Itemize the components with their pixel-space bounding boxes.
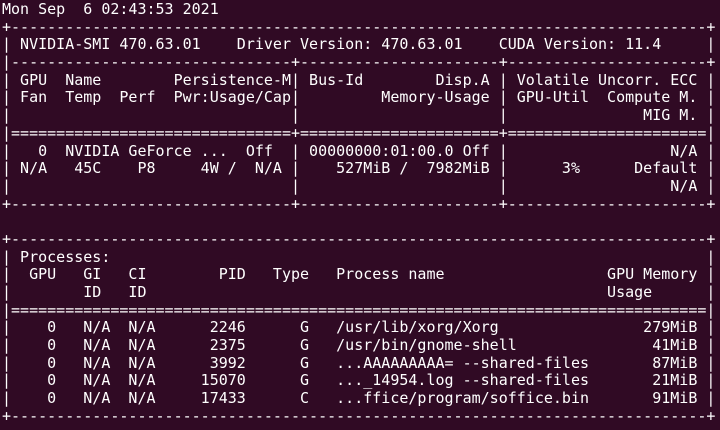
table-border: +---------------------------------------…: [2, 229, 716, 248]
timestamp: Mon Sep 6 02:43:53 2021: [2, 0, 219, 18]
table-divider: |===============================+=======…: [2, 123, 716, 142]
process-row: | 0 N/A N/A 17433 C ...ffice/program/sof…: [2, 389, 716, 408]
gpu-row: | N/A 45C P8 4W / N/A | 527MiB / 7982MiB…: [2, 159, 716, 178]
version-row: | NVIDIA-SMI 470.63.01 Driver Version: 4…: [2, 35, 716, 54]
gpu-summary-table: +---------------------------------------…: [2, 17, 720, 214]
header-row: | Fan Temp Perf Pwr:Usage/Cap| Memory-Us…: [2, 88, 716, 107]
header-row: | GPU Name Persistence-M| Bus-Id Disp.A …: [2, 70, 716, 89]
process-row: | 0 N/A N/A 2375 G /usr/bin/gnome-shell …: [2, 336, 716, 355]
processes-title: | Processes: |: [2, 247, 716, 266]
header-row: | GPU GI CI PID Type Process name GPU Me…: [2, 265, 716, 284]
process-row: | 0 N/A N/A 3992 G ...AAAAAAAAA= --share…: [2, 353, 716, 372]
process-row: | 0 N/A N/A 15070 G ..._14954.log --shar…: [2, 371, 716, 390]
process-row: | 0 N/A N/A 2246 G /usr/lib/xorg/Xorg 27…: [2, 318, 716, 337]
gpu-row: | | | N/A |: [2, 176, 716, 195]
processes-table: +---------------------------------------…: [2, 229, 720, 426]
table-divider: |=======================================…: [2, 300, 716, 319]
gpu-row: | 0 NVIDIA GeForce ... Off | 00000000:01…: [2, 141, 716, 160]
table-border: +---------------------------------------…: [2, 406, 716, 425]
terminal-window[interactable]: Mon Sep 6 02:43:53 2021 +---------------…: [0, 0, 720, 430]
header-row: | ID ID Usage |: [2, 283, 716, 301]
table-divider: |-------------------------------+-------…: [2, 53, 716, 72]
table-border: +-------------------------------+-------…: [2, 194, 716, 213]
header-row: | | | MIG M. |: [2, 106, 716, 125]
table-border: +---------------------------------------…: [2, 17, 716, 36]
